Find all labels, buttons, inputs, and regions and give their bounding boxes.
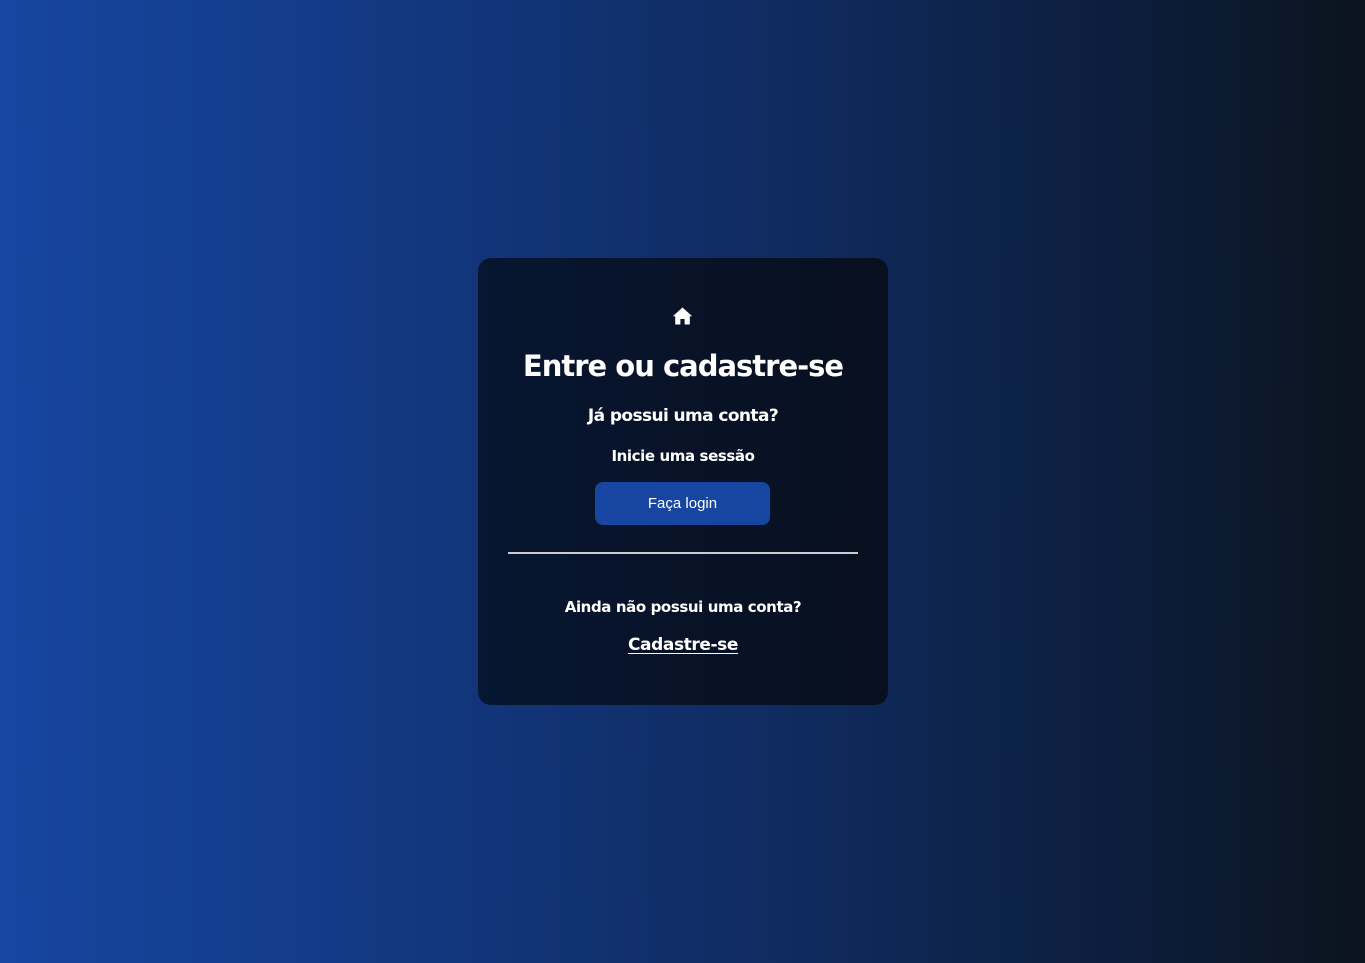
signup-link[interactable]: Cadastre-se [628, 635, 738, 655]
divider [508, 552, 858, 554]
home-icon[interactable] [672, 307, 693, 325]
signup-link-container: Cadastre-se [478, 633, 888, 657]
auth-card: Entre ou cadastre-se Já possui uma conta… [478, 258, 888, 705]
signup-question: Ainda não possui uma conta? [564, 598, 802, 616]
login-button[interactable]: Faça login [595, 482, 770, 525]
page-title: Entre ou cadastre-se [522, 349, 844, 383]
login-description: Inicie uma sessão [611, 447, 755, 465]
login-heading: Já possui uma conta? [587, 406, 779, 426]
